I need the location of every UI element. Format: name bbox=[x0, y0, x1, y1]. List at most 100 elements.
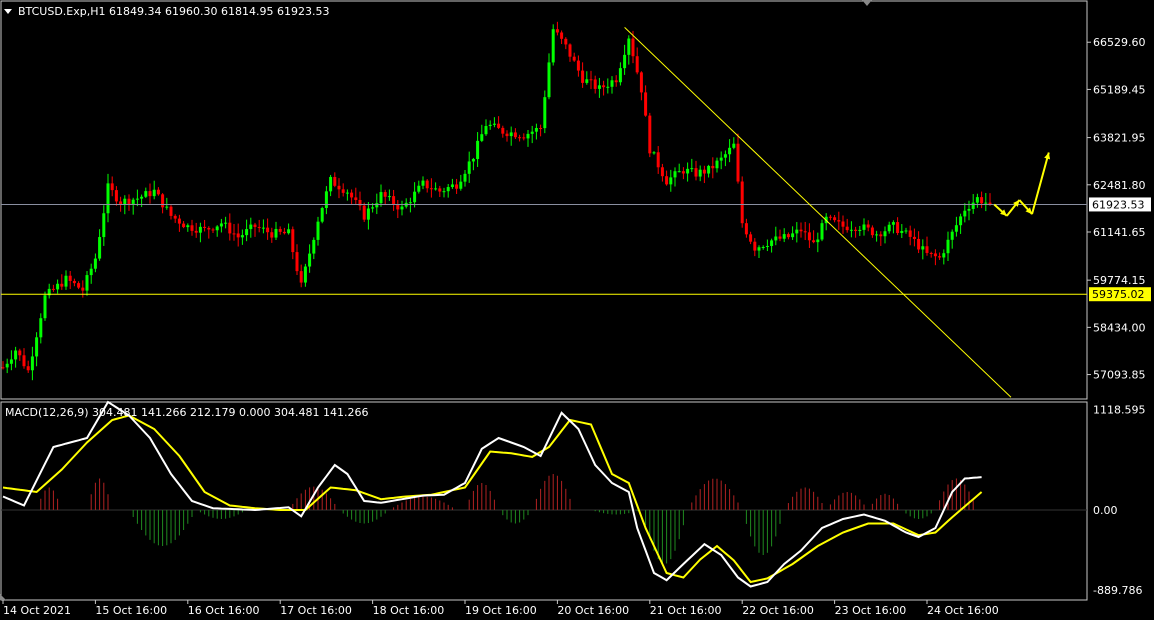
candle-body bbox=[421, 180, 425, 186]
candle-body bbox=[366, 208, 370, 220]
candle-body bbox=[938, 256, 942, 258]
candle-body bbox=[589, 79, 593, 81]
candle-body bbox=[455, 184, 459, 189]
candle-body bbox=[14, 350, 18, 360]
candle-body bbox=[165, 206, 169, 208]
candle-body bbox=[854, 229, 858, 231]
candle-body bbox=[89, 268, 93, 276]
candle-body bbox=[282, 231, 286, 234]
candle-body bbox=[375, 203, 379, 208]
candle-body bbox=[959, 216, 963, 226]
candle-body bbox=[967, 208, 971, 211]
candle-body bbox=[681, 171, 685, 174]
candle-body bbox=[954, 225, 958, 232]
candle-body bbox=[711, 165, 715, 169]
candle-body bbox=[778, 236, 782, 239]
candle-body bbox=[652, 152, 656, 154]
candle-body bbox=[786, 234, 790, 238]
candle bbox=[320, 206, 324, 224]
candle-body bbox=[77, 283, 81, 288]
candle-body bbox=[413, 191, 417, 203]
time-tick-label: 17 Oct 16:00 bbox=[280, 604, 352, 617]
candle-body bbox=[799, 229, 803, 232]
time-tick-label: 22 Oct 16:00 bbox=[742, 604, 814, 617]
time-tick-label: 24 Oct 16:00 bbox=[927, 604, 999, 617]
candle-body bbox=[245, 229, 249, 236]
candle-body bbox=[597, 85, 601, 89]
candle-body bbox=[371, 207, 375, 209]
candle-body bbox=[539, 127, 543, 129]
candle-body bbox=[224, 222, 228, 224]
time-tick-label: 15 Oct 16:00 bbox=[95, 604, 167, 617]
candle-body bbox=[631, 38, 635, 57]
candle-body bbox=[203, 226, 207, 228]
candle-body bbox=[316, 221, 320, 240]
candle-body bbox=[929, 252, 933, 254]
candle-body bbox=[324, 191, 328, 209]
candle-body bbox=[148, 191, 152, 197]
chart-canvas[interactable]: 66529.60 65189.45 63821.95 62481.80 61141.65… bbox=[0, 0, 1154, 620]
candle-body bbox=[585, 79, 589, 83]
candle-body bbox=[434, 188, 438, 190]
candle-body bbox=[820, 223, 824, 240]
candle-body bbox=[791, 233, 795, 238]
candle-body bbox=[459, 181, 463, 189]
candle-body bbox=[194, 230, 198, 233]
candle-body bbox=[341, 189, 345, 193]
candle-body bbox=[736, 143, 740, 182]
candle-body bbox=[807, 232, 811, 241]
candle-body bbox=[140, 196, 144, 199]
candle-body bbox=[627, 38, 631, 55]
candle-body bbox=[757, 247, 761, 251]
candle-body bbox=[740, 181, 744, 224]
candle-body bbox=[337, 185, 341, 190]
candle-body bbox=[610, 80, 614, 87]
candle-body bbox=[501, 127, 505, 134]
candle-body bbox=[127, 198, 131, 205]
candle-body bbox=[236, 233, 240, 238]
candle-body bbox=[942, 253, 946, 258]
candle-body bbox=[362, 205, 366, 220]
candle-body bbox=[971, 202, 975, 209]
time-tick-label: 21 Oct 16:00 bbox=[650, 604, 722, 617]
candle-body bbox=[547, 62, 551, 98]
price-tick-label: 65189.45 bbox=[1093, 83, 1146, 96]
macd-label: MACD(12,26,9) 304.481 141.266 212.179 0.… bbox=[5, 406, 368, 419]
candle-body bbox=[299, 271, 303, 283]
candle-body bbox=[228, 222, 232, 234]
candle-body bbox=[719, 157, 723, 161]
candle-body bbox=[543, 97, 547, 129]
candle-body bbox=[232, 233, 236, 235]
candle-body bbox=[253, 224, 257, 227]
candle-body bbox=[522, 137, 526, 139]
candle-body bbox=[715, 160, 719, 169]
chart-background bbox=[0, 0, 1154, 620]
candle-body bbox=[509, 132, 513, 137]
candle-body bbox=[287, 229, 291, 234]
candle-body bbox=[606, 86, 610, 88]
candle-body bbox=[1, 367, 5, 369]
candle-body bbox=[879, 234, 883, 237]
candle-body bbox=[866, 224, 870, 228]
price-tick-label: 59774.15 bbox=[1093, 274, 1146, 287]
candle-body bbox=[329, 176, 333, 192]
candle-body bbox=[774, 236, 778, 241]
candle-body bbox=[623, 54, 627, 69]
candle-body bbox=[665, 176, 669, 185]
candle-body bbox=[551, 29, 555, 63]
candle-body bbox=[266, 227, 270, 233]
price-tick-label: 57093.85 bbox=[1093, 369, 1146, 382]
candle-body bbox=[576, 60, 580, 71]
price-tick-label: 58434.00 bbox=[1093, 321, 1146, 334]
candle-body bbox=[22, 355, 26, 367]
candle-body bbox=[350, 192, 354, 198]
candle-body bbox=[694, 168, 698, 177]
candle-body bbox=[497, 123, 501, 128]
candle-body bbox=[702, 169, 706, 174]
candle-body bbox=[387, 196, 391, 198]
candle-body bbox=[560, 32, 564, 39]
candle-body bbox=[648, 115, 652, 154]
candle-body bbox=[492, 123, 496, 125]
candle-body bbox=[812, 240, 816, 243]
time-tick-label: 18 Oct 16:00 bbox=[373, 604, 445, 617]
